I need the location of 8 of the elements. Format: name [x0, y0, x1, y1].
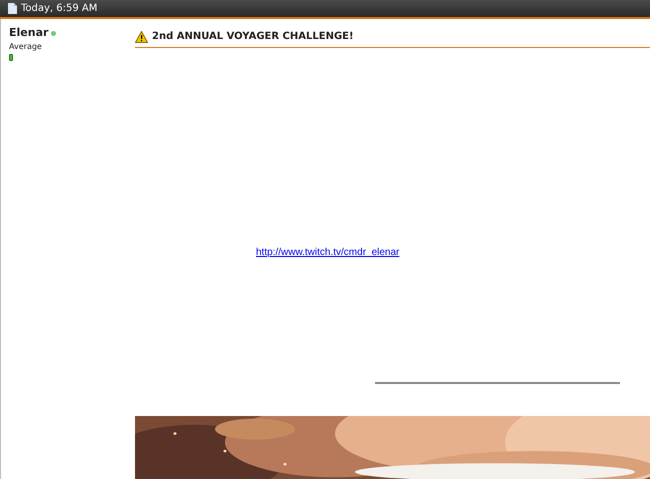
reputation-icon — [9, 54, 13, 60]
user-rank: Average — [9, 42, 42, 52]
post-date: Today, 6:59 AM — [21, 2, 98, 16]
warning-icon — [135, 30, 148, 42]
username-link[interactable]: Elenar — [9, 25, 48, 42]
twitch-link[interactable]: http://www.twitch.tv/cmdr_elenar — [256, 247, 400, 258]
post-title: 2nd ANNUAL VOYAGER CHALLENGE! — [152, 30, 354, 44]
document-icon — [8, 3, 17, 14]
